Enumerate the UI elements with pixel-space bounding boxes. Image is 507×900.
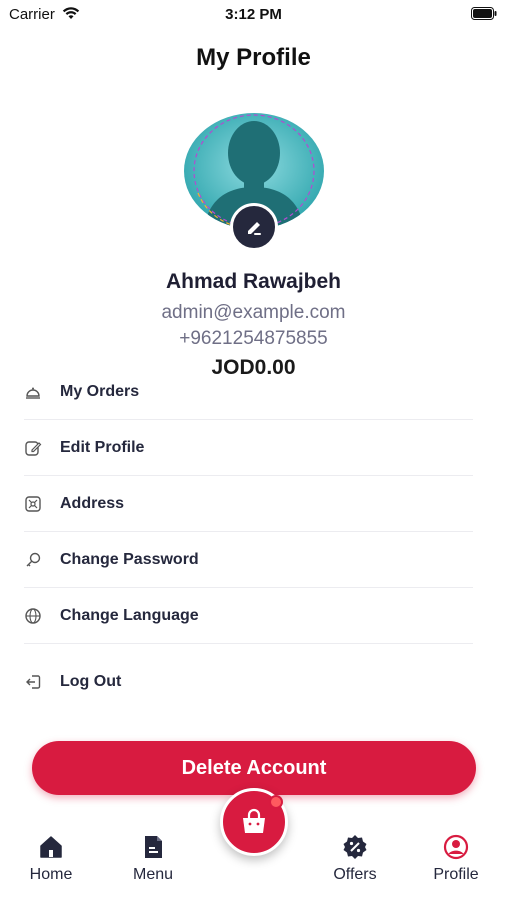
nav-offers[interactable]: Offers <box>310 834 400 884</box>
globe-icon <box>24 607 42 625</box>
edit-icon <box>24 439 42 457</box>
cart-button[interactable] <box>220 788 288 856</box>
edit-avatar-button[interactable] <box>230 203 278 251</box>
user-name: Ahmad Rawajbeh <box>165 270 342 293</box>
battery-icon <box>471 7 497 20</box>
cart-badge <box>269 795 283 809</box>
discount-badge-icon <box>343 835 367 859</box>
menu-item-change-language[interactable]: Change Language <box>24 588 473 644</box>
nav-menu-label: Menu <box>132 866 174 883</box>
profile-menu: My Orders Edit Profile Address Change Pa… <box>24 364 473 702</box>
menu-item-address[interactable]: Address <box>24 476 473 532</box>
menu-item-label: Change Language <box>60 606 199 624</box>
home-icon <box>40 836 62 858</box>
nav-offers-label: Offers <box>333 866 377 883</box>
menu-book-icon <box>145 836 162 858</box>
user-email: admin@example.com <box>161 302 346 323</box>
nav-home-label: Home <box>29 866 73 883</box>
menu-item-log-out[interactable]: Log Out <box>24 662 473 702</box>
menu-item-change-password[interactable]: Change Password <box>24 532 473 588</box>
user-circle-icon <box>443 834 469 860</box>
pencil-icon <box>248 222 261 235</box>
menu-item-my-orders[interactable]: My Orders <box>24 364 473 420</box>
nav-menu[interactable]: Menu <box>108 834 198 884</box>
nav-profile-label: Profile <box>433 866 479 883</box>
menu-item-label: My Orders <box>60 382 140 400</box>
delete-account-button[interactable]: Delete Account <box>32 741 476 795</box>
menu-item-label: Address <box>60 494 125 512</box>
clock: 3:12 PM <box>225 6 282 23</box>
orders-icon <box>24 383 42 401</box>
menu-item-label: Log Out <box>60 673 122 690</box>
status-bar: Carrier 3:12 PM <box>0 0 507 30</box>
nav-profile[interactable]: Profile <box>411 834 501 884</box>
menu-item-label: Change Password <box>60 550 199 568</box>
shopping-bag-icon <box>243 808 265 833</box>
page-title: My Profile <box>196 44 311 71</box>
menu-item-label: Edit Profile <box>60 438 145 456</box>
key-icon <box>24 551 42 569</box>
user-phone: +9621254875855 <box>179 328 328 349</box>
map-icon <box>24 495 42 513</box>
menu-item-edit-profile[interactable]: Edit Profile <box>24 420 473 476</box>
nav-home[interactable]: Home <box>6 834 96 884</box>
logout-icon <box>24 673 42 691</box>
